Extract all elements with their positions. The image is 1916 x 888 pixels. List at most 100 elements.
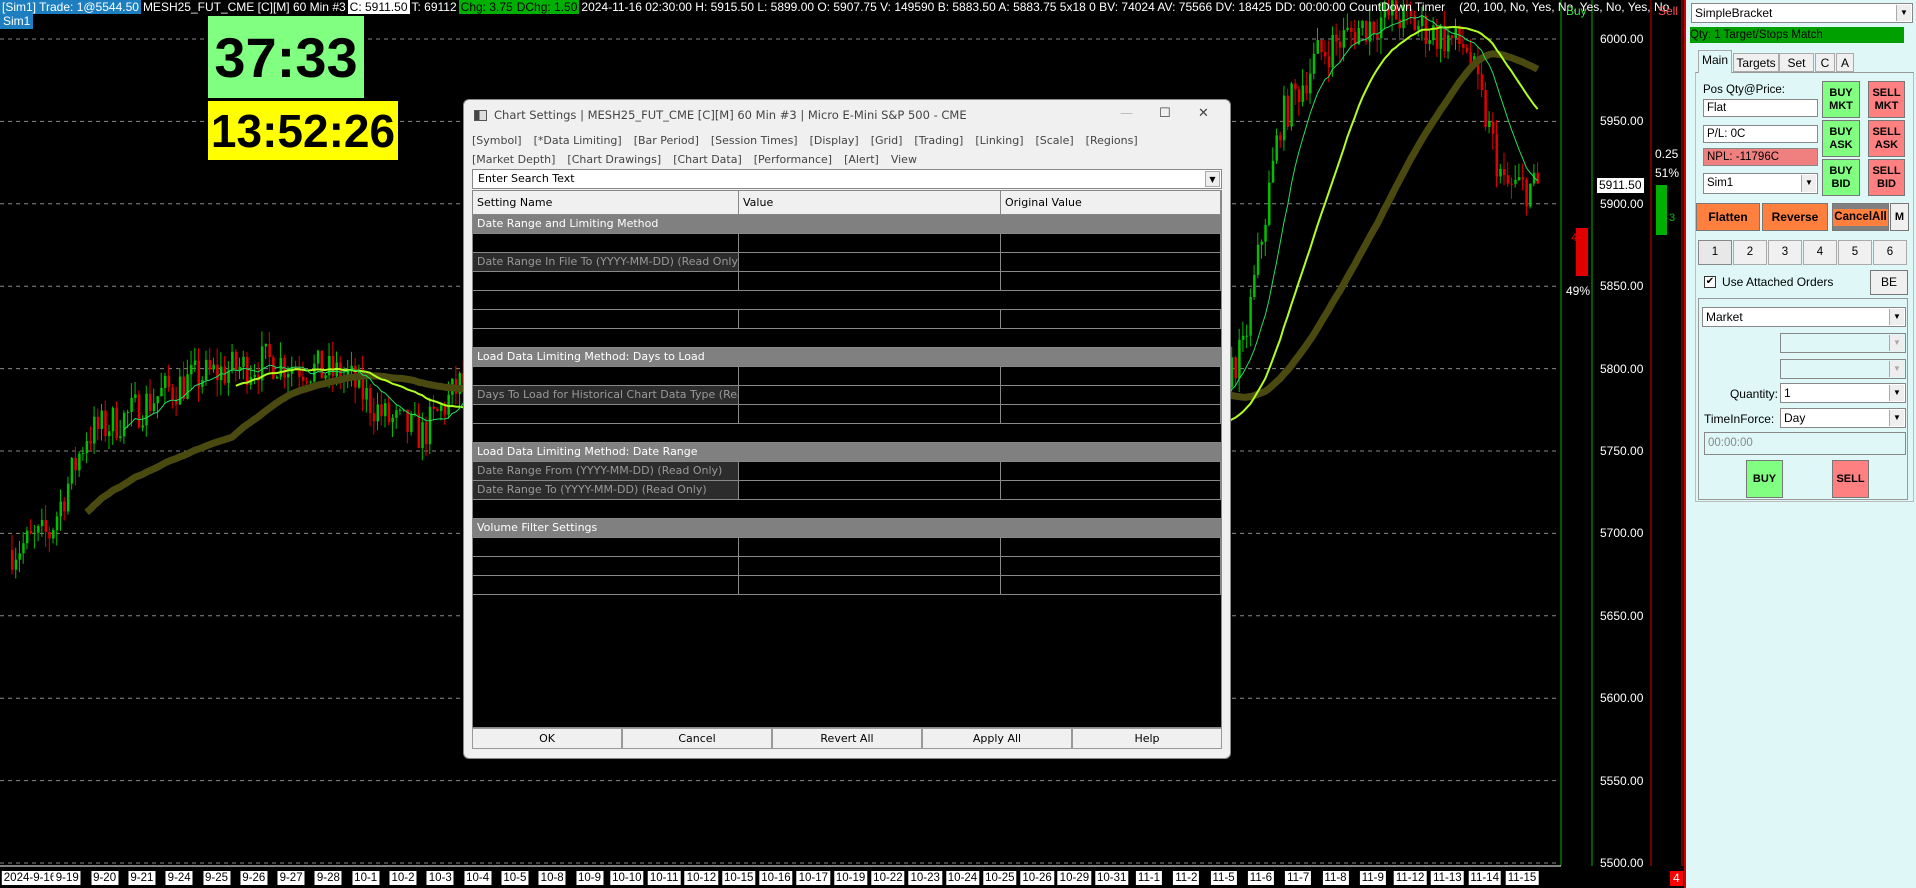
setting-value[interactable]: Use Number Of Days To Load	[739, 310, 1001, 328]
flatten-button[interactable]: Flatten	[1696, 203, 1760, 231]
original-value	[1001, 386, 1221, 404]
table-row[interactable]: Adjust Proportional With Bar Period No	[473, 405, 1221, 424]
tab-c[interactable]: C	[1815, 53, 1835, 72]
table-row[interactable]: Filter Trade Completely No	[473, 576, 1221, 595]
settings-tab[interactable]: [Symbol]	[472, 134, 522, 147]
table-row[interactable]: Chart Data Type (List) Intraday Chart Onl…	[473, 272, 1221, 291]
order-type-select[interactable]: Market ▼	[1702, 307, 1906, 327]
settings-tab[interactable]: View	[891, 153, 917, 166]
setting-value[interactable]: 2023-12-23	[739, 234, 1001, 252]
sell-market-button[interactable]: SELL MKT	[1868, 81, 1905, 118]
section-title: Date Range and Limiting Method	[477, 217, 659, 230]
minimize-icon[interactable]: —	[1120, 106, 1133, 121]
candle	[122, 412, 126, 437]
settings-tab[interactable]: [Alert]	[844, 153, 879, 166]
maximize-icon[interactable]: ☐	[1159, 106, 1171, 121]
cancel-button[interactable]: Cancel	[622, 728, 772, 749]
sell-volume: 3	[1669, 212, 1676, 224]
apply-all-button[interactable]: Apply All	[922, 728, 1072, 749]
time-field[interactable]: 00:00:00	[1704, 432, 1906, 455]
qty-tab-6[interactable]: 6	[1873, 240, 1907, 265]
table-row[interactable]: Date Range In File From (YYYY-MM-DD) 2023…	[473, 234, 1221, 253]
tick-size: 0.25	[1655, 147, 1679, 161]
table-row[interactable]: Exclude <= 0	[473, 557, 1221, 576]
cancel-all-button[interactable]: CancelAll	[1832, 203, 1889, 231]
date-label: 10-5	[501, 871, 529, 885]
setting-value[interactable]: 360	[739, 367, 1001, 385]
candle	[212, 364, 215, 370]
settings-tab[interactable]: [Chart Data]	[673, 153, 742, 166]
settings-tab[interactable]: [Bar Period]	[634, 134, 699, 147]
help-button[interactable]: Help	[1072, 728, 1222, 749]
buy-ask-button[interactable]: BUY ASK	[1822, 120, 1860, 157]
table-row[interactable]: Date Range In File To (YYYY-MM-DD) (Read…	[473, 253, 1221, 272]
setting-value[interactable]: 0	[739, 557, 1001, 575]
setting-value[interactable]: No	[739, 405, 1001, 423]
tab-set[interactable]: Set	[1779, 53, 1814, 72]
settings-tab[interactable]: [Session Times]	[711, 134, 798, 147]
use-attached-checkbox[interactable]: ✔	[1704, 276, 1716, 288]
strategy-select[interactable]: SimpleBracket ▼	[1691, 3, 1913, 23]
reverse-button[interactable]: Reverse	[1762, 203, 1828, 231]
qty-tab-4[interactable]: 4	[1803, 240, 1837, 265]
table-row[interactable]: Days To Load for Historical Chart Data T…	[473, 386, 1221, 405]
original-value	[1001, 481, 1221, 499]
table-row[interactable]: Date Range To (YYYY-MM-DD) (Read Only)	[473, 481, 1221, 500]
setting-value[interactable]: 0	[739, 538, 1001, 556]
tif-select[interactable]: Day ▼	[1780, 408, 1906, 428]
table-row[interactable]: Exclude >= 0	[473, 538, 1221, 557]
m-button[interactable]: M	[1890, 203, 1909, 231]
settings-tab[interactable]: [Grid]	[871, 134, 903, 147]
sell-button[interactable]: SELL	[1832, 460, 1869, 498]
tab-main[interactable]: Main	[1698, 50, 1732, 73]
table-row[interactable]: Date Range From (YYYY-MM-DD) (Read Only)	[473, 462, 1221, 481]
setting-value[interactable]: No	[739, 576, 1001, 594]
candle	[1484, 90, 1487, 128]
setting-value[interactable]	[739, 481, 1001, 499]
qty-tab-3[interactable]: 3	[1768, 240, 1802, 265]
chart-settings-dialog[interactable]: Chart Settings | MESH25_FUT_CME [C][M] 6…	[463, 99, 1231, 759]
search-dropdown-icon[interactable]: ▼	[1205, 171, 1220, 187]
tab-targets[interactable]: Targets	[1733, 53, 1779, 72]
candle	[1353, 31, 1357, 45]
search-input[interactable]: Enter Search Text ▼	[472, 169, 1222, 189]
qty-tab-5[interactable]: 5	[1838, 240, 1872, 265]
buy-market-button[interactable]: BUY MKT	[1822, 81, 1860, 118]
settings-tab[interactable]: [Performance]	[754, 153, 832, 166]
date-label: 9-21	[128, 871, 156, 885]
table-row[interactable]: Load Data Limiting Method (List) Use Numb…	[473, 310, 1221, 329]
table-row[interactable]: Days To Load for Intraday Chart Data Typ…	[473, 367, 1221, 386]
setting-value[interactable]: Intraday Chart Only	[739, 272, 1001, 290]
revert-all-button[interactable]: Revert All	[772, 728, 922, 749]
breakeven-button[interactable]: BE	[1870, 270, 1908, 295]
buy-button[interactable]: BUY	[1746, 460, 1783, 498]
ok-button[interactable]: OK	[472, 728, 622, 749]
qty-tab-1[interactable]: 1	[1698, 240, 1732, 265]
qty-tab-2[interactable]: 2	[1733, 240, 1767, 265]
settings-tab[interactable]: [Market Depth]	[472, 153, 555, 166]
price-label: 5950.00	[1600, 114, 1644, 129]
quantity-select[interactable]: 1 ▼	[1780, 383, 1906, 403]
candle	[1238, 339, 1241, 379]
sell-ask-button[interactable]: SELL ASK	[1868, 120, 1905, 157]
settings-tab[interactable]: [Display]	[810, 134, 859, 147]
close-icon[interactable]: ✕	[1198, 106, 1209, 121]
tab-a[interactable]: A	[1836, 53, 1854, 72]
countdown-timer: 37:33	[208, 16, 364, 98]
sell-bid-button[interactable]: SELL BID	[1868, 159, 1905, 196]
settings-tab[interactable]: [Regions]	[1086, 134, 1138, 147]
candle	[417, 413, 421, 449]
settings-tab[interactable]: [Scale]	[1035, 134, 1073, 147]
settings-tab[interactable]: [Chart Drawings]	[567, 153, 661, 166]
account-select[interactable]: Sim1 ▼	[1703, 173, 1818, 194]
settings-tab[interactable]: [Linking]	[975, 134, 1023, 147]
settings-table: Setting Name Value Original Value Date R…	[472, 190, 1222, 728]
setting-value[interactable]: 4380	[739, 386, 1001, 404]
setting-value[interactable]: 2025-01-15	[739, 253, 1001, 271]
setting-value[interactable]	[739, 462, 1001, 480]
original-value	[1001, 576, 1221, 594]
settings-tab[interactable]: [*Data Limiting]	[534, 134, 622, 147]
buy-bid-button[interactable]: BUY BID	[1822, 159, 1860, 196]
settings-tab[interactable]: [Trading]	[914, 134, 963, 147]
sell-percent: 51%	[1655, 166, 1680, 180]
